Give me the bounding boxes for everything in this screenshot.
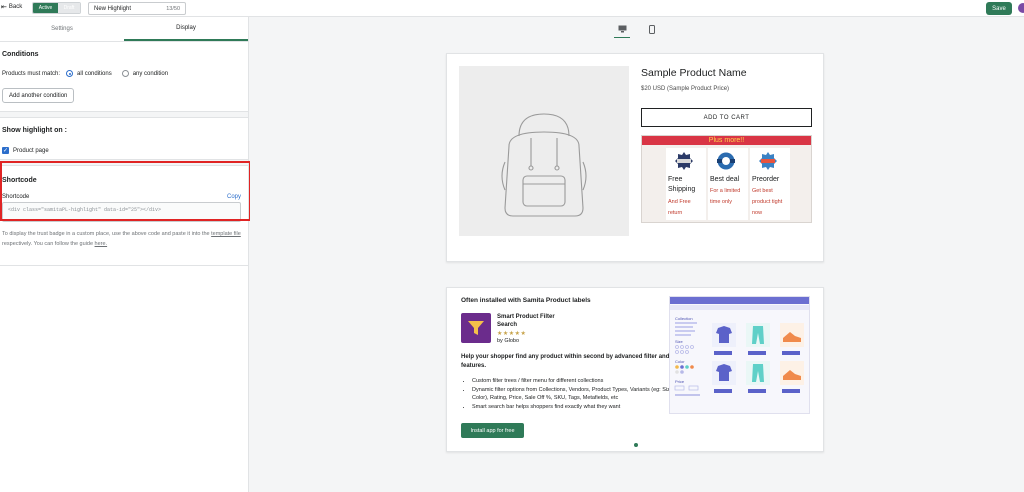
- preview-area: Sample Product Name $20 USD (Sample Prod…: [250, 17, 1024, 492]
- status-active[interactable]: Active: [33, 3, 58, 13]
- badge-item: Preorder Get best product tight now: [750, 148, 790, 220]
- app-name[interactable]: Smart Product Filter Search: [497, 313, 567, 329]
- status-toggle[interactable]: Active Draft: [32, 2, 81, 14]
- highlight-name-value: New Highlight: [94, 5, 132, 12]
- sale-badge-icon: [675, 152, 693, 170]
- all-conditions-label: all conditions: [77, 70, 112, 77]
- tab-display[interactable]: Display: [124, 17, 248, 41]
- save-button[interactable]: Save: [986, 2, 1012, 15]
- product-image: [459, 66, 629, 236]
- match-label: Products must match:: [2, 70, 61, 77]
- product-page-row[interactable]: ✓ Product page: [2, 147, 49, 154]
- add-condition-button[interactable]: Add another condition: [2, 88, 75, 103]
- guide-link[interactable]: here.: [95, 241, 108, 247]
- radio-all-conditions[interactable]: [66, 70, 74, 77]
- avatar[interactable]: [1018, 3, 1024, 13]
- top-bar: ⇤ Back Active Draft New Highlight 13/50 …: [0, 0, 1024, 17]
- mobile-icon[interactable]: [644, 20, 660, 38]
- help-text-2: respectively. You can follow the guide: [2, 241, 95, 247]
- list-item: Custom filter trees / filter menu for di…: [472, 377, 677, 386]
- highlight-annotation-box: [0, 161, 251, 221]
- app-author: by Globo: [497, 338, 520, 344]
- help-text-1: To display the trust badge in a custom p…: [2, 231, 210, 237]
- install-app-button[interactable]: Install app for free: [461, 423, 524, 438]
- conditions-title: Conditions: [2, 51, 39, 58]
- product-title: Sample Product Name: [641, 67, 747, 79]
- character-count: 13/50: [166, 5, 180, 12]
- product-page-label: Product page: [13, 147, 49, 154]
- rating-stars: ★★★★★: [497, 331, 527, 337]
- badge-subtitle: And Free return: [668, 199, 691, 216]
- list-item: Dynamic filter options from Collections,…: [472, 386, 677, 403]
- tab-settings[interactable]: Settings: [0, 17, 124, 41]
- mockup-graphic: [674, 322, 804, 396]
- show-on-title: Show highlight on :: [2, 127, 67, 134]
- badge-item: Best deal For a limited time only: [708, 148, 748, 220]
- match-row: Products must match: all conditions any …: [2, 70, 168, 77]
- conditions-section: Conditions Products must match: all cond…: [0, 42, 248, 112]
- badge-header: Plus more!!: [642, 136, 811, 145]
- promo-title: Often installed with Samita Product labe…: [461, 297, 591, 304]
- badge-subtitle: Get best product tight now: [752, 188, 783, 216]
- badge-columns: Free Shipping And Free return Best deal …: [666, 148, 790, 220]
- best-deal-badge-icon: [717, 152, 735, 170]
- app-promo-card: Often installed with Samita Product labe…: [446, 287, 824, 452]
- promo-description: Help your shopper find any product withi…: [461, 354, 691, 369]
- now-badge-icon: [759, 152, 777, 170]
- desktop-icon[interactable]: [614, 20, 630, 38]
- template-file-link[interactable]: template file: [211, 231, 241, 237]
- device-switcher: [250, 17, 1024, 41]
- badge-item: Free Shipping And Free return: [666, 148, 706, 220]
- show-on-section: Show highlight on : ✓ Product page: [0, 118, 248, 160]
- highlight-name-input[interactable]: New Highlight 13/50: [88, 2, 186, 15]
- product-preview-card: Sample Product Name $20 USD (Sample Prod…: [446, 53, 824, 262]
- status-draft[interactable]: Draft: [58, 3, 80, 13]
- badge-title: Free Shipping: [668, 176, 696, 193]
- app-screenshot-mockup: Collection Size Color Price: [669, 296, 810, 414]
- any-condition-label: any condition: [132, 70, 169, 77]
- radio-any-condition[interactable]: [121, 70, 129, 77]
- badge-title: Preorder: [752, 176, 780, 183]
- back-label: Back: [8, 4, 23, 10]
- badge-subtitle: For a limited time only: [710, 188, 741, 205]
- badge-title: Best deal: [710, 176, 740, 183]
- settings-panel: Settings Display Conditions Products mus…: [0, 17, 249, 492]
- shortcode-help: To display the trust badge in a custom p…: [2, 229, 246, 249]
- panel-tabs: Settings Display: [0, 17, 248, 42]
- check-icon[interactable]: ✓: [2, 147, 9, 154]
- back-button[interactable]: ⇤ Back: [1, 3, 22, 11]
- carousel-dot[interactable]: [634, 443, 638, 447]
- product-price: $20 USD (Sample Product Price): [641, 86, 730, 92]
- feature-list: Custom filter trees / filter menu for di…: [467, 377, 677, 411]
- trust-badge-block: Plus more!! Free Shipping And Free retur…: [641, 135, 812, 223]
- list-item: Smart search bar helps shoppers find exa…: [472, 403, 677, 412]
- filter-funnel-icon: [461, 313, 491, 343]
- add-to-cart-button[interactable]: ADD TO CART: [641, 108, 812, 127]
- backpack-icon: [501, 113, 587, 217]
- arrow-left-icon: ⇤: [1, 4, 7, 11]
